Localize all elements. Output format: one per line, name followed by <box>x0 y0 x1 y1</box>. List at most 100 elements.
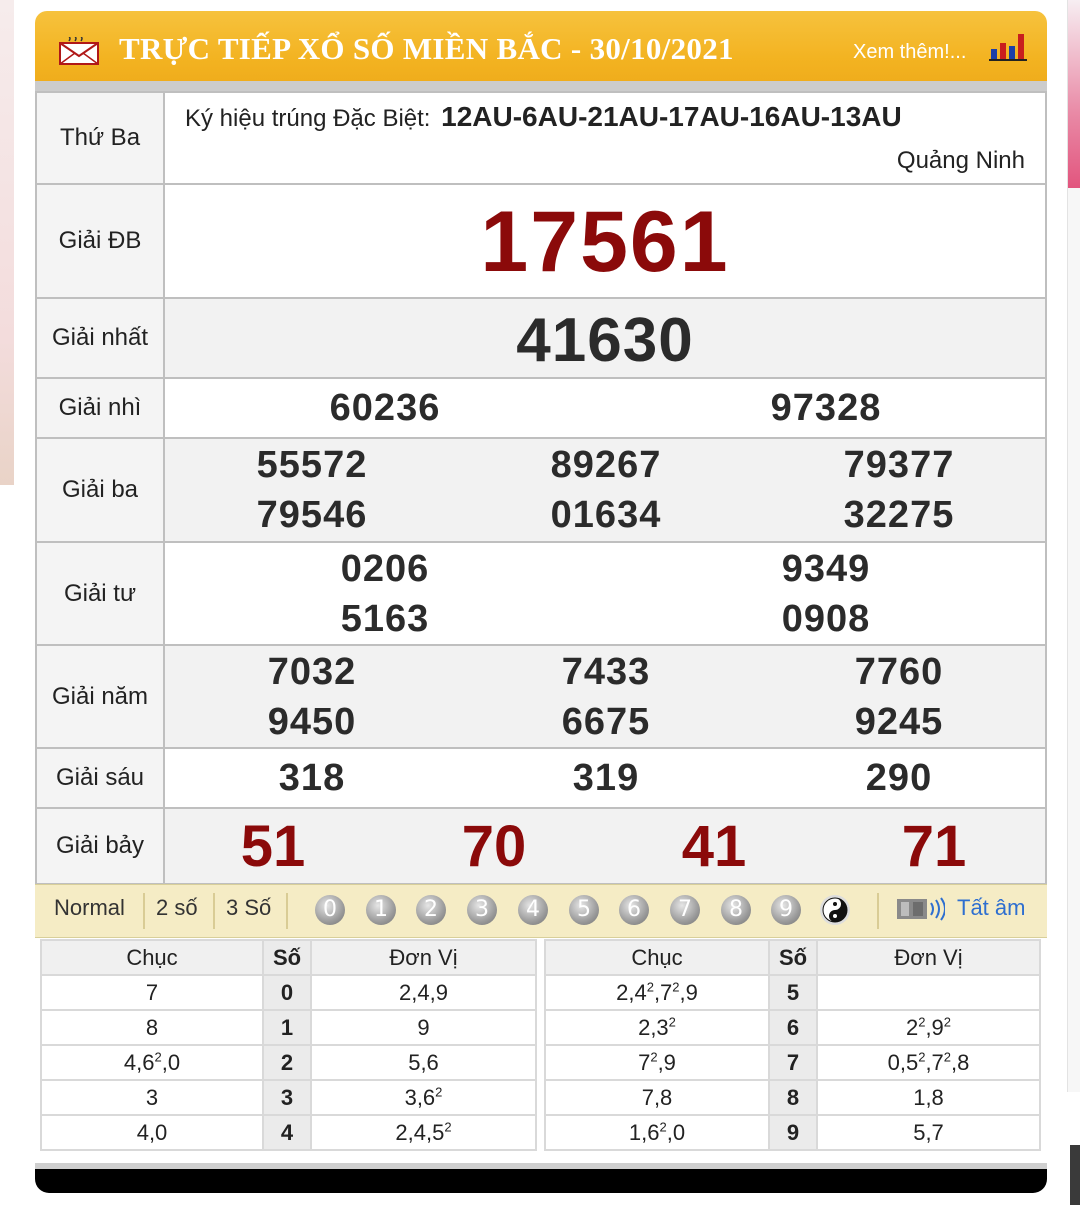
sound-icon[interactable] <box>897 897 945 921</box>
prize-3-number: 89267 <box>550 444 662 486</box>
loto-so-cell: 8 <box>768 1079 818 1116</box>
page-title: TRỰC TIẾP XỔ SỐ MIỀN BẮC - 30/10/2021 <box>119 31 734 66</box>
table-row: 1,62,0 9 5,7 <box>544 1114 1041 1151</box>
loto-donvi-cell: 0,52,72,8 <box>816 1044 1041 1081</box>
mute-all-button[interactable]: Tất âm <box>957 895 1025 921</box>
prize-6-number: 319 <box>572 757 640 799</box>
yin-yang-icon[interactable] <box>819 894 851 926</box>
right-edge-ad <box>1067 0 1080 1092</box>
loto-so-cell: 4 <box>262 1114 312 1151</box>
digit-ball-2[interactable]: 2 <box>416 895 446 925</box>
loto-donvi-cell: 2,4,52 <box>310 1114 537 1151</box>
filter-normal-button[interactable]: Normal <box>54 895 125 921</box>
day-label: Thứ Ba <box>35 91 165 185</box>
filter-2-digits-button[interactable]: 2 số <box>156 895 198 921</box>
prize-label-db: Giải ĐB <box>35 183 165 299</box>
loto-so-cell: 0 <box>262 974 312 1011</box>
digit-ball-5[interactable]: 5 <box>569 895 599 925</box>
prize-label-1: Giải nhất <box>35 297 165 379</box>
table-row: 2,32 6 22,92 <box>544 1009 1041 1046</box>
prize-1-cell: 41630 <box>163 297 1047 379</box>
prize-4-number: 5163 <box>340 598 430 640</box>
prize-label-3: Giải ba <box>35 437 165 543</box>
prize-5-cell: 7032 7433 7760 9450 6675 9245 <box>163 644 1047 749</box>
column-header-so: Số <box>262 939 312 976</box>
table-row: 4,62,0 2 5,6 <box>40 1044 537 1081</box>
prize-label-2: Giải nhì <box>35 377 165 439</box>
left-edge-ad <box>0 0 14 485</box>
column-header-so: Số <box>768 939 818 976</box>
table-row: 72,9 7 0,52,72,8 <box>544 1044 1041 1081</box>
loto-chuc-cell: 72,9 <box>544 1044 770 1081</box>
panel-footer <box>35 1163 1047 1193</box>
loto-donvi-cell: 22,92 <box>816 1009 1041 1046</box>
digit-ball-4[interactable]: 4 <box>518 895 548 925</box>
prize-3-number: 79546 <box>256 494 368 536</box>
prize-5-number: 7433 <box>561 651 651 693</box>
panel-header: TRỰC TIẾP XỔ SỐ MIỀN BẮC - 30/10/2021 Xe… <box>35 11 1047 91</box>
prize-3-number: 55572 <box>256 444 368 486</box>
results-table: Thứ Ba Ký hiệu trúng Đặc Biệt: 12AU-6AU-… <box>35 91 1047 885</box>
prize-5-number: 9245 <box>854 701 944 743</box>
loto-so-cell: 3 <box>262 1079 312 1116</box>
digit-ball-8[interactable]: 8 <box>721 895 751 925</box>
filter-3-digits-button[interactable]: 3 Số <box>226 895 271 921</box>
loto-so-cell: 5 <box>768 974 818 1011</box>
digit-ball-3[interactable]: 3 <box>467 895 497 925</box>
column-header-donvi: Đơn Vị <box>816 939 1041 976</box>
prize-6-cell: 318 319 290 <box>163 747 1047 809</box>
table-row: 7 0 2,4,9 <box>40 974 537 1011</box>
loto-chuc-cell: 4,62,0 <box>40 1044 264 1081</box>
mail-icon <box>59 37 99 65</box>
table-row: 7,8 8 1,8 <box>544 1079 1041 1116</box>
special-code-label: Ký hiệu trúng Đặc Biệt: <box>185 105 431 132</box>
see-more-link[interactable]: Xem thêm!... <box>853 41 966 64</box>
column-header-donvi: Đơn Vị <box>310 939 537 976</box>
loto-donvi-cell: 9 <box>310 1009 537 1046</box>
prize-6-number: 318 <box>278 757 346 799</box>
loto-so-cell: 7 <box>768 1044 818 1081</box>
digit-ball-0[interactable]: 0 <box>315 895 345 925</box>
prize-4-cell: 0206 9349 5163 0908 <box>163 541 1047 646</box>
prize-db-number: 17561 <box>480 194 730 290</box>
prize-4-number: 0908 <box>781 598 871 640</box>
loto-chuc-cell: 4,0 <box>40 1114 264 1151</box>
loto-donvi-cell: 5,6 <box>310 1044 537 1081</box>
prize-2-cell: 60236 97328 <box>163 377 1047 439</box>
prize-2-number: 97328 <box>770 387 882 429</box>
loto-donvi-cell: 1,8 <box>816 1079 1041 1116</box>
prize-3-number: 79377 <box>843 444 955 486</box>
digit-ball-1[interactable]: 1 <box>366 895 396 925</box>
prize-3-number: 01634 <box>550 494 662 536</box>
prize-1-number: 41630 <box>516 306 694 375</box>
loto-chuc-cell: 2,42,72,9 <box>544 974 770 1011</box>
prize-5-number: 6675 <box>561 701 651 743</box>
special-code-cell: Ký hiệu trúng Đặc Biệt: 12AU-6AU-21AU-17… <box>163 91 1047 185</box>
special-codes: 12AU-6AU-21AU-17AU-16AU-13AU <box>441 101 902 132</box>
digit-ball-9[interactable]: 9 <box>771 895 801 925</box>
loto-so-cell: 2 <box>262 1044 312 1081</box>
loto-so-cell: 1 <box>262 1009 312 1046</box>
column-header-chuc: Chục <box>544 939 770 976</box>
prize-label-6: Giải sáu <box>35 747 165 809</box>
digit-ball-6[interactable]: 6 <box>619 895 649 925</box>
table-row: 2,42,72,9 5 <box>544 974 1041 1011</box>
prize-7-number: 41 <box>681 814 747 879</box>
table-row: 4,0 4 2,4,52 <box>40 1114 537 1151</box>
table-row: 3 3 3,62 <box>40 1079 537 1116</box>
loto-chuc-cell: 7,8 <box>544 1079 770 1116</box>
loto-so-cell: 6 <box>768 1009 818 1046</box>
prize-5-number: 9450 <box>267 701 357 743</box>
prize-7-number: 71 <box>901 814 967 879</box>
column-header-chuc: Chục <box>40 939 264 976</box>
province-name: Quảng Ninh <box>896 147 1025 174</box>
loto-chuc-cell: 1,62,0 <box>544 1114 770 1151</box>
prize-label-5: Giải năm <box>35 644 165 749</box>
right-edge-banner <box>1068 0 1080 188</box>
loto-chuc-cell: 2,32 <box>544 1009 770 1046</box>
prize-label-4: Giải tư <box>35 541 165 646</box>
prize-2-number: 60236 <box>329 387 441 429</box>
loto-chuc-cell: 7 <box>40 974 264 1011</box>
bar-chart-icon[interactable] <box>989 31 1027 61</box>
digit-ball-7[interactable]: 7 <box>670 895 700 925</box>
